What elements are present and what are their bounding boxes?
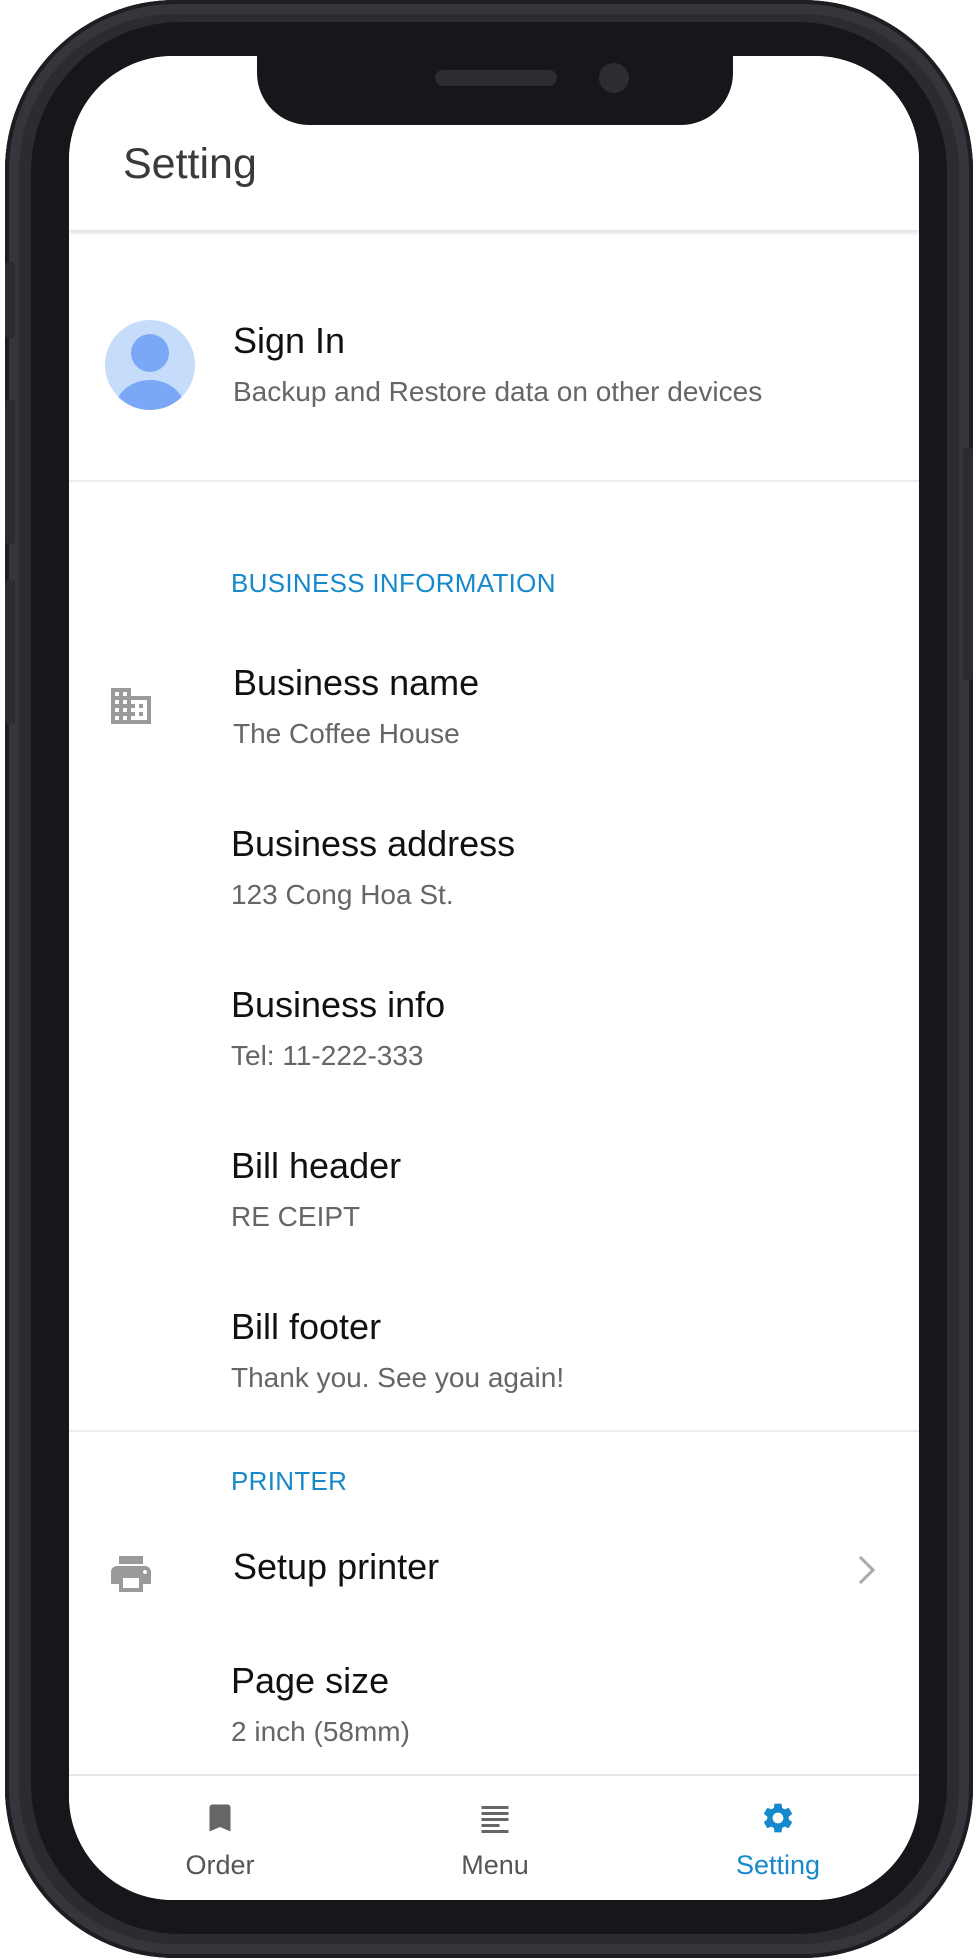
person-avatar-icon [105,320,195,410]
chevron-right-icon [846,1555,876,1585]
nav-order-label: Order [185,1850,255,1880]
bill-header-label: Bill header [231,1145,402,1186]
section-divider [69,1430,919,1432]
mute-switch [5,262,15,338]
app-screen: Setting Sign In Backup and Restore data … [69,56,919,1900]
page-size-label: Page size [231,1660,390,1701]
page-size-row[interactable]: Page size 2 inch (58mm) [69,1632,919,1774]
setup-printer-label: Setup printer [233,1546,440,1587]
bottom-navigation: Order Menu Setting [69,1774,919,1900]
printer-section-header: PRINTER [231,1466,348,1496]
setup-printer-row[interactable]: Setup printer [69,1496,919,1646]
nav-setting-label: Setting [735,1850,821,1880]
settings-list[interactable]: Sign In Backup and Restore data on other… [69,230,919,1774]
business-info-value: Tel: 11-222-333 [231,1040,424,1071]
power-button [963,448,973,680]
nav-order[interactable]: Order [120,1776,320,1900]
camera-notch [257,56,733,125]
phone-frame: Setting Sign In Backup and Restore data … [5,0,973,1958]
sign-in-subtitle: Backup and Restore data on other devices [233,376,763,407]
menu-lines-icon [481,1806,509,1833]
nav-menu-label: Menu [461,1850,529,1880]
speaker-grille [435,70,557,86]
page-title: Setting [123,140,257,188]
business-address-row[interactable]: Business address 123 Cong Hoa St. [69,795,919,955]
bill-header-value: RE CEIPT [231,1201,361,1232]
gear-icon [763,1803,793,1833]
business-name-row[interactable]: Business name The Coffee House [69,634,919,794]
business-name-label: Business name [233,662,480,703]
sign-in-title: Sign In [233,320,346,361]
nav-menu[interactable]: Menu [395,1776,595,1900]
business-section-header: BUSINESS INFORMATION [231,568,556,598]
bill-header-row[interactable]: Bill header RE CEIPT [69,1117,919,1277]
page-size-value: 2 inch (58mm) [231,1716,410,1747]
bookmark-icon [209,1804,231,1832]
bill-footer-row[interactable]: Bill footer Thank you. See you again! [69,1278,919,1438]
bill-footer-label: Bill footer [231,1306,382,1347]
volume-up-button [5,400,15,544]
nav-setting[interactable]: Setting [678,1776,878,1900]
front-camera [599,63,629,93]
sign-in-row[interactable]: Sign In Backup and Restore data on other… [69,230,919,482]
business-address-value: 123 Cong Hoa St. [231,879,454,910]
volume-down-button [5,580,15,724]
business-info-label: Business info [231,984,446,1025]
bill-footer-value: Thank you. See you again! [231,1362,565,1393]
business-name-value: The Coffee House [233,718,460,749]
business-info-row[interactable]: Business info Tel: 11-222-333 [69,956,919,1116]
business-address-label: Business address [231,823,516,864]
